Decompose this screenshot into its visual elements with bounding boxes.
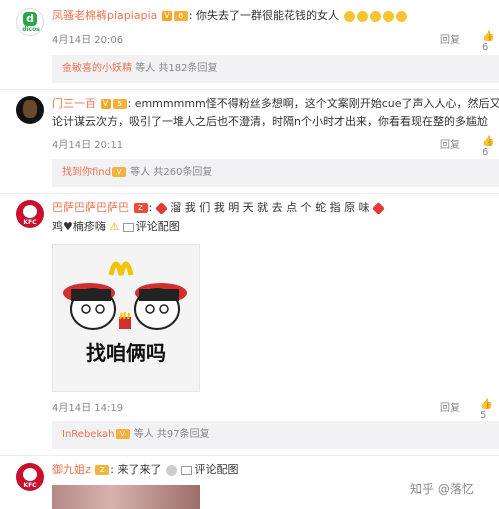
emoji-icon: [369, 10, 381, 22]
comment-text: 门三一百 V5: emmmmmm怪不得粉丝多想啊，这个文案刚开始cue了声入人心…: [52, 97, 499, 110]
username-link[interactable]: 门三一百: [52, 97, 96, 110]
username-link[interactable]: 御九姐z: [52, 463, 91, 476]
like-icon[interactable]: 👍 6: [482, 136, 499, 158]
divider: [0, 89, 499, 90]
warning-icon: ⚠: [109, 220, 120, 233]
reply-button[interactable]: 回复: [440, 136, 460, 151]
avatar[interactable]: KFC: [16, 463, 44, 491]
timestamp: 4月14日 20:11: [52, 140, 124, 151]
level-badge: Z: [95, 465, 110, 475]
meme-caption: 找咱俩吗: [86, 341, 166, 365]
media-link[interactable]: 评论配图: [136, 220, 180, 233]
comment-image[interactable]: 找咱俩吗: [52, 244, 200, 392]
comment-text: 御九姐z Z: 来了来了 评论配图: [52, 463, 239, 476]
reply-thread-link[interactable]: InRebekah V 等人 共97条回复: [52, 421, 499, 449]
divider: [0, 455, 499, 456]
emoji-icon: [343, 10, 355, 22]
meme-illustration: [63, 261, 187, 330]
reply-thread-link[interactable]: 金敏喜的小妖精 等人 共182条回复: [52, 55, 499, 83]
reply-button[interactable]: 回复: [440, 31, 460, 46]
watermark: 知乎 @落忆: [410, 482, 474, 496]
emoji-icon: [395, 10, 407, 22]
emoji-icon: [165, 464, 177, 476]
image-icon: [181, 465, 193, 475]
emoji-icon: [356, 10, 368, 22]
comment-text-cont: 鸡♥楠疹嗨 ⚠ 评论配图: [52, 220, 180, 233]
like-icon[interactable]: 👍 6: [482, 31, 499, 53]
reply-button[interactable]: 回复: [440, 399, 460, 414]
level-badge: 5: [112, 99, 127, 109]
avatar[interactable]: [16, 96, 44, 124]
avatar[interactable]: d dicos: [16, 8, 44, 36]
divider: [0, 193, 499, 194]
timestamp: 4月14日 20:06: [52, 35, 124, 46]
level-badge: Z: [133, 203, 148, 213]
timestamp: 4月14日 14:19: [52, 403, 124, 414]
level-badge: 6: [173, 11, 188, 21]
username-link[interactable]: 巴萨巴萨巴萨巴: [52, 201, 129, 214]
comment-text-cont: 论计谋云次方，吸引了一堆人之后也不澄清，时隔n个小时才出来，你看看现在整的多尴尬: [52, 115, 488, 128]
image-icon: [122, 222, 134, 232]
avatar[interactable]: KFC: [16, 200, 44, 228]
verified-icon: V: [161, 11, 172, 21]
comment-image[interactable]: [52, 485, 200, 509]
emoji-icon: [382, 10, 394, 22]
media-link[interactable]: 评论配图: [194, 463, 238, 476]
comment-text: 凤骚老棉裤piapiapia V6: 你失去了一群很能花钱的女人: [52, 8, 491, 24]
comment-text: 巴萨巴萨巴萨巴 Z: 溜 我 们 我 明 天 就 去 点 个 蛇 指 原 味: [52, 200, 491, 216]
reply-thread-link[interactable]: 找到你find V 等人 共260条回复: [52, 159, 499, 187]
username-link[interactable]: 凤骚老棉裤piapiapia: [52, 9, 157, 22]
verified-icon: V: [100, 99, 111, 109]
like-icon[interactable]: 👍 5: [480, 399, 499, 421]
